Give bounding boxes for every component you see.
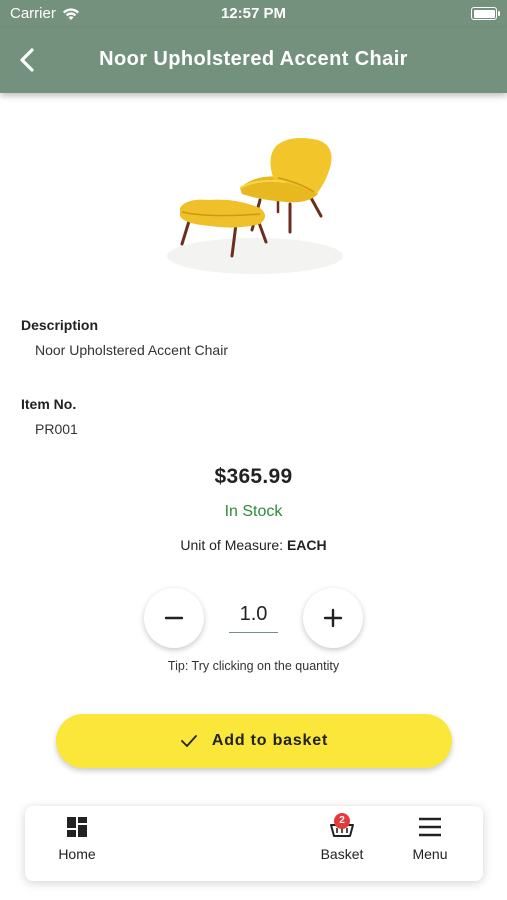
menu-icon (419, 817, 441, 837)
check-icon (180, 735, 197, 747)
add-to-basket-label: Add to basket (211, 732, 329, 749)
nav-menu[interactable]: Menu (405, 816, 455, 874)
uom-value: EACH (286, 537, 327, 553)
quantity-field[interactable]: 1.0 (229, 603, 278, 633)
status-bar: Carrier 12:57 PM (0, 0, 507, 28)
page-title: Noor Upholstered Accent Chair (99, 48, 408, 70)
increment-quantity-button[interactable] (303, 588, 363, 648)
product-image (160, 128, 350, 288)
add-to-basket-button[interactable]: Add to basket (56, 714, 452, 768)
unit-of-measure: Unit of Measure: EACH (0, 537, 507, 553)
nav-basket[interactable]: 2 Basket (313, 813, 371, 874)
description-value: Noor Upholstered Accent Chair (35, 342, 228, 358)
nav-home-label: Home (58, 846, 96, 862)
product-price: $365.99 (214, 465, 293, 488)
item-no-label: Item No. (21, 396, 77, 412)
stock-status: In Stock (224, 503, 283, 520)
plus-icon (323, 608, 343, 628)
status-time: 12:57 PM (220, 5, 287, 22)
nav-home[interactable]: Home (49, 816, 105, 874)
dashboard-icon (67, 817, 87, 837)
nav-menu-label: Menu (412, 846, 448, 862)
item-no-value: PR001 (35, 421, 78, 437)
bottom-navigation: Home 2 Basket Menu (25, 806, 483, 881)
app-bar: Noor Upholstered Accent Chair (0, 28, 507, 93)
basket-count-badge: 2 (334, 813, 350, 829)
nav-basket-label: Basket (320, 846, 364, 862)
uom-label: Unit of Measure: (180, 537, 284, 553)
description-label: Description (21, 317, 99, 333)
quantity-tip: Tip: Try clicking on the quantity (167, 659, 340, 673)
battery-icon (471, 7, 500, 20)
minus-icon (164, 616, 184, 620)
decrement-quantity-button[interactable] (144, 588, 204, 648)
